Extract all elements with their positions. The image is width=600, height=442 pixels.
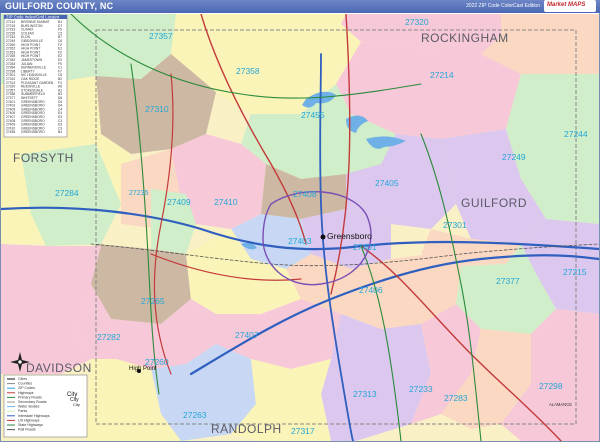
zip-label-27265: 27265 [141, 296, 165, 306]
zip-label-27215: 27215 [563, 267, 587, 277]
map-title: GUILFORD COUNTY, NC [5, 1, 114, 11]
title-bar: GUILFORD COUNTY, NC 2022 ZIP Code ColorC… [0, 0, 600, 13]
zip-label-27320: 27320 [405, 17, 429, 27]
legend-item: Water Bodies [18, 405, 40, 409]
county-label-alamance: ALAMANCE [549, 402, 572, 407]
zip-label-27260: 27260 [145, 357, 169, 367]
zip-label-27284: 27284 [55, 188, 79, 198]
zip-label-27310: 27310 [145, 104, 169, 114]
legend-item: Cities [18, 377, 27, 381]
map-subtitle: 2022 ZIP Code ColorCast Edition [466, 3, 540, 9]
county-label-rockingham: ROCKINGHAM [421, 31, 509, 45]
index-zip: 27455 [6, 130, 15, 134]
index-place: GREENSBORO [21, 130, 45, 134]
legend-item: Interstate Highways [18, 414, 50, 418]
legend-item: State Highways [18, 423, 43, 427]
zip-label-27283: 27283 [444, 393, 468, 403]
legend-item: ZIP Codes [18, 386, 35, 390]
greensboro-dot [320, 234, 326, 240]
legend-item: Secondary Roads [18, 400, 47, 404]
zip-label-27405: 27405 [375, 178, 399, 188]
zip-label-27235: 27235 [129, 190, 149, 197]
zip-label-27282: 27282 [97, 332, 121, 342]
city-label-greensboro: Greensboro [327, 231, 372, 241]
county-label-randolph: RANDOLPH [211, 422, 282, 436]
county-label-davidson: DAVIDSON [26, 361, 92, 375]
zip-label-27313: 27313 [353, 389, 377, 399]
zip-regions [1, 14, 599, 441]
zip-label-27214: 27214 [430, 70, 454, 80]
zip-code-map[interactable]: ROCKINGHAM FORSYTH GUILFORD DAVIDSON RAN… [1, 14, 599, 441]
zip-label-27410: 27410 [214, 197, 238, 207]
zip-label-27357: 27357 [149, 31, 173, 41]
zip-label-27407: 27407 [235, 330, 259, 340]
zip-label-27317: 27317 [291, 426, 315, 436]
legend-item: Primary Roads [18, 395, 42, 399]
zip-label-27408: 27408 [293, 189, 317, 199]
zip-label-27377: 27377 [496, 276, 520, 286]
legend-city-badge: City [73, 402, 80, 407]
zip-label-27358: 27358 [236, 66, 260, 76]
legend-item: Rail Roads [18, 428, 36, 432]
zip-index-table: ZIP Code Index/Grid Locator 27214 BROWNS … [3, 14, 68, 138]
legend-item: US Highways [18, 418, 40, 422]
zip-label-27244: 27244 [564, 129, 588, 139]
legend-item: Counties [18, 382, 32, 386]
zip-label-27301: 27301 [443, 220, 467, 230]
county-label-forsyth: FORSYTH [13, 151, 74, 165]
zip-label-27406: 27406 [359, 285, 383, 295]
zip-label-27403: 27403 [288, 236, 312, 246]
county-label-guilford: GUILFORD [461, 196, 527, 210]
zip-label-27401: 27401 [353, 242, 377, 252]
legend-item: Parks [18, 409, 27, 413]
zip-label-27409: 27409 [167, 197, 191, 207]
zip-label-27455: 27455 [301, 110, 325, 120]
zip-label-27233: 27233 [409, 384, 433, 394]
brand-logo-text: Market MAPS [547, 2, 586, 8]
zip-label-27263: 27263 [183, 410, 207, 420]
map-legend: CitiesCountiesZIP CodesHighwaysPrimary R… [3, 374, 88, 438]
zip-label-27298: 27298 [539, 381, 563, 391]
index-grid: B4 [58, 130, 62, 134]
zip-label-27249: 27249 [502, 152, 526, 162]
brand-logo: Market MAPS [544, 0, 596, 12]
legend-item: Highways [18, 391, 34, 395]
index-table-title: ZIP Code Index/Grid Locator [6, 14, 60, 19]
